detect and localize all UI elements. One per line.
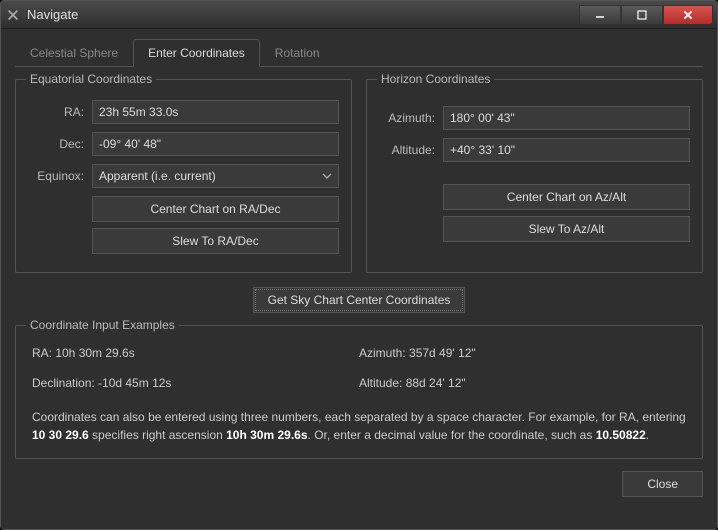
slew-ra-dec-button[interactable]: Slew To RA/Dec: [92, 228, 339, 254]
tab-rotation[interactable]: Rotation: [260, 39, 335, 66]
equinox-select[interactable]: Apparent (i.e. current): [92, 164, 339, 188]
altitude-label: Altitude:: [379, 143, 435, 157]
window-controls: [579, 5, 713, 25]
note-bold: 10 30 29.6: [32, 428, 89, 442]
close-button[interactable]: Close: [622, 471, 703, 497]
example-az: Azimuth: 357d 49' 12": [359, 346, 686, 360]
window-title: Navigate: [27, 7, 579, 22]
maximize-button[interactable]: [621, 5, 663, 25]
close-window-button[interactable]: [663, 5, 713, 25]
altitude-input[interactable]: [443, 138, 690, 162]
content-area: Celestial Sphere Enter Coordinates Rotat…: [1, 29, 717, 529]
center-az-alt-button[interactable]: Center Chart on Az/Alt: [443, 184, 690, 210]
horizon-title: Horizon Coordinates: [377, 72, 494, 86]
example-dec: Declination: -10d 45m 12s: [32, 376, 359, 390]
horizon-group: Horizon Coordinates Azimuth: Altitude: C…: [366, 79, 703, 273]
equatorial-group: Equatorial Coordinates RA: Dec: Equinox:…: [15, 79, 352, 273]
minimize-button[interactable]: [579, 5, 621, 25]
example-ra: RA: 10h 30m 29.6s: [32, 346, 359, 360]
ra-label: RA:: [28, 105, 84, 119]
ra-input[interactable]: [92, 100, 339, 124]
note-text: . Or, enter a decimal value for the coor…: [308, 428, 596, 442]
example-alt: Altitude: 88d 24' 12": [359, 376, 686, 390]
note-text: specifies right ascension: [89, 428, 226, 442]
azimuth-input[interactable]: [443, 106, 690, 130]
coordinate-groups: Equatorial Coordinates RA: Dec: Equinox:…: [15, 79, 703, 273]
footer: Close: [15, 471, 703, 497]
examples-note: Coordinates can also be entered using th…: [32, 408, 686, 444]
center-ra-dec-button[interactable]: Center Chart on RA/Dec: [92, 196, 339, 222]
titlebar: Navigate: [1, 1, 717, 29]
equatorial-title: Equatorial Coordinates: [26, 72, 156, 86]
examples-group: Coordinate Input Examples RA: 10h 30m 29…: [15, 325, 703, 459]
app-icon: [5, 7, 21, 23]
azimuth-label: Azimuth:: [379, 111, 435, 125]
get-center-row: Get Sky Chart Center Coordinates: [15, 287, 703, 313]
note-bold: 10h 30m 29.6s: [226, 428, 307, 442]
equinox-label: Equinox:: [28, 169, 84, 183]
note-bold: 10.50822: [596, 428, 646, 442]
note-text: Coordinates can also be entered using th…: [32, 410, 686, 424]
tab-enter-coordinates[interactable]: Enter Coordinates: [133, 39, 260, 67]
dec-label: Dec:: [28, 137, 84, 151]
slew-az-alt-button[interactable]: Slew To Az/Alt: [443, 216, 690, 242]
tab-celestial-sphere[interactable]: Celestial Sphere: [15, 39, 133, 66]
examples-title: Coordinate Input Examples: [26, 318, 179, 332]
navigate-window: Navigate Celestial Sphere Enter Coordina…: [0, 0, 718, 530]
note-text: .: [646, 428, 649, 442]
tab-bar: Celestial Sphere Enter Coordinates Rotat…: [15, 39, 703, 67]
get-sky-chart-center-button[interactable]: Get Sky Chart Center Coordinates: [253, 287, 466, 313]
dec-input[interactable]: [92, 132, 339, 156]
